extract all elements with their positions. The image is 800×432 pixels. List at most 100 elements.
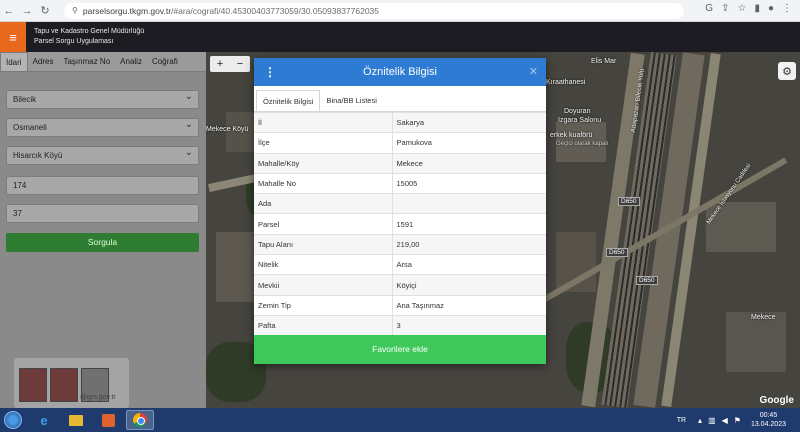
back-arrow-icon[interactable]: ← xyxy=(0,2,18,20)
map-label-kuafor: erkek kuaförü xyxy=(550,132,593,139)
tab-bina-bb-listesi[interactable]: Bina/BB Listesi xyxy=(320,90,382,111)
attribute-dialog: ⋮ Öznitelik Bilgisi ✕ Öznitelik Bilgisi … xyxy=(254,58,546,364)
taskbar-media[interactable] xyxy=(94,410,122,430)
zoom-in-icon[interactable]: + xyxy=(217,58,223,70)
browser-toolbar: ← → ↻ ⚲ parselsorgu.tkgm.gov.tr /#ara/co… xyxy=(0,0,800,22)
reload-icon[interactable]: ↻ xyxy=(36,2,54,20)
hamburger-menu-icon[interactable]: ≡ xyxy=(0,22,26,52)
table-row: Tapu Alanı 219,00 xyxy=(254,233,546,255)
dialog-tabs: Öznitelik Bilgisi Bina/BB Listesi xyxy=(254,86,546,112)
taskbar-chrome[interactable] xyxy=(126,410,154,430)
bookmark-star-icon[interactable]: ☆ xyxy=(737,3,746,14)
attribute-value xyxy=(392,193,546,214)
attribute-key: İlçe xyxy=(254,132,393,154)
attribute-value: 1591 xyxy=(392,213,546,235)
search-panel: İdari Adres Taşınmaz No Analiz Coğrafi B… xyxy=(0,52,206,408)
start-button[interactable] xyxy=(0,408,26,432)
windows-logo-icon xyxy=(4,411,22,429)
search-tabs: İdari Adres Taşınmaz No Analiz Coğrafi xyxy=(0,52,206,72)
table-row: İl Sakarya xyxy=(254,111,546,133)
tray-expand-icon[interactable]: ▴ xyxy=(698,416,702,425)
table-row: İlçe Pamukova xyxy=(254,132,546,154)
google-g-icon[interactable]: G xyxy=(705,3,713,14)
org-title: Tapu ve Kadastro Genel Müdürlüğü Parsel … xyxy=(34,27,144,47)
share-icon[interactable]: ⇪ xyxy=(721,3,729,14)
table-row: Ada xyxy=(254,193,546,214)
dialog-title: Öznitelik Bilgisi xyxy=(363,66,437,78)
more-options-icon[interactable]: ⋮ xyxy=(264,58,276,86)
language-indicator[interactable]: TR xyxy=(677,417,686,424)
tab-idari[interactable]: İdari xyxy=(0,52,28,71)
attribute-value: Sakarya xyxy=(392,111,546,133)
attribute-key: Zemin Tip xyxy=(254,294,393,316)
attribute-table: İl Sakarya İlçe Pamukova Mahalle/Köy Mekece Ma… xyxy=(254,111,546,336)
taskbar-ie[interactable]: e xyxy=(30,410,58,430)
tab-analiz[interactable]: Analiz xyxy=(115,52,147,71)
attribute-key: Mevkii xyxy=(254,274,393,296)
map-label-mekece: Mekece xyxy=(751,314,776,321)
tab-adres[interactable]: Adres xyxy=(28,52,59,71)
app-header: ≡ Tapu ve Kadastro Genel Müdürlüğü Parse… xyxy=(0,22,800,52)
tab-cografi[interactable]: Coğrafi xyxy=(147,52,183,71)
flag-icon[interactable]: ⚑ xyxy=(734,416,741,425)
taskbar-explorer[interactable] xyxy=(62,410,90,430)
internet-explorer-icon: e xyxy=(40,412,48,428)
attribute-value: Köyiçi xyxy=(392,274,546,296)
map-label-kuafor-status: Geçici olarak kapalı xyxy=(556,141,609,147)
org-line-2: Parsel Sorgu Uygulaması xyxy=(34,38,114,45)
site-info-icon[interactable]: ⚲ xyxy=(72,6,78,15)
zoom-out-icon[interactable]: − xyxy=(237,58,243,70)
gear-icon[interactable]: ⚙ xyxy=(778,62,796,80)
attribute-key: Pafta xyxy=(254,314,393,336)
road-shield-d650-1: D650 xyxy=(618,197,640,206)
district-select[interactable]: Osmaneli xyxy=(6,116,199,137)
dialog-header: ⋮ Öznitelik Bilgisi ✕ xyxy=(254,58,546,86)
browser-menu-icon[interactable]: ⋮ xyxy=(782,3,792,14)
province-select[interactable]: Bilecik xyxy=(6,88,199,109)
attribute-value: Arsa xyxy=(392,254,546,275)
url-host: parselsorgu.tkgm.gov.tr xyxy=(82,5,172,16)
neighborhood-select[interactable]: Hisarcık Köyü xyxy=(6,144,199,165)
table-row: Mahalle No 15005 xyxy=(254,172,546,194)
clock[interactable]: 00:45 13.04.2023 xyxy=(751,411,786,429)
add-to-favorites-button[interactable]: Favorilere ekle xyxy=(254,335,546,364)
media-player-icon xyxy=(101,413,115,427)
attribute-value: 15005 xyxy=(392,172,546,194)
org-line-1: Tapu ve Kadastro Genel Müdürlüğü xyxy=(34,28,145,35)
map-label-kiraathanesi: Kıraathanesi xyxy=(546,79,586,86)
attribute-key: Tapu Alanı xyxy=(254,233,393,255)
tab-tasinmaz-no[interactable]: Taşınmaz No xyxy=(58,52,115,71)
system-tray: TR ▴ ▥ ◀ ⚑ 00:45 13.04.2023 xyxy=(677,408,800,432)
attribute-key: Parsel xyxy=(254,213,393,235)
map-label-izgara: Izgara Salonu xyxy=(558,117,602,124)
block-input[interactable]: 174 xyxy=(6,176,199,195)
network-icon[interactable]: ▥ xyxy=(708,416,716,425)
map-label-mekece-koyu: Mekece Köyü xyxy=(206,126,249,133)
chrome-icon xyxy=(133,413,147,427)
table-row: Parsel 1591 xyxy=(254,213,546,235)
parcel-input[interactable]: 37 xyxy=(6,204,199,223)
attribute-key: Mahalle/Köy xyxy=(254,152,393,174)
attribute-key: Nitelik xyxy=(254,254,393,275)
volume-icon[interactable]: ◀ xyxy=(722,416,728,425)
road-shield-d650-2: D650 xyxy=(636,276,658,285)
table-row: Zemin Tip Ana Taşınmaz xyxy=(254,294,546,316)
query-button[interactable]: Sorgula xyxy=(6,233,199,252)
banner-logo-1 xyxy=(19,368,47,402)
address-bar[interactable]: ⚲ parselsorgu.tkgm.gov.tr /#ara/cografi/… xyxy=(64,2,684,19)
attribute-key: Ada xyxy=(254,193,393,214)
road-shield-d650-3: D650 xyxy=(606,248,628,257)
sidebar-icon[interactable]: ▮ xyxy=(754,3,760,14)
profile-icon[interactable]: ● xyxy=(768,3,774,14)
table-row: Mahalle/Köy Mekece xyxy=(254,152,546,174)
map-label-elis-mar: Elis Mar xyxy=(591,58,617,65)
zoom-controls: + − xyxy=(210,56,250,72)
close-icon[interactable]: ✕ xyxy=(529,58,538,86)
tab-oznitelik-bilgisi[interactable]: Öznitelik Bilgisi xyxy=(256,90,321,111)
forward-arrow-icon[interactable]: → xyxy=(18,2,36,20)
attribute-value: 3 xyxy=(392,314,546,336)
url-path: /#ara/cografi/40.45300403773059/30.05093… xyxy=(171,5,380,16)
map-label-doyuran: Doyuran xyxy=(564,108,591,115)
table-row: Pafta 3 xyxy=(254,314,546,336)
banner-logo-2 xyxy=(50,368,78,402)
